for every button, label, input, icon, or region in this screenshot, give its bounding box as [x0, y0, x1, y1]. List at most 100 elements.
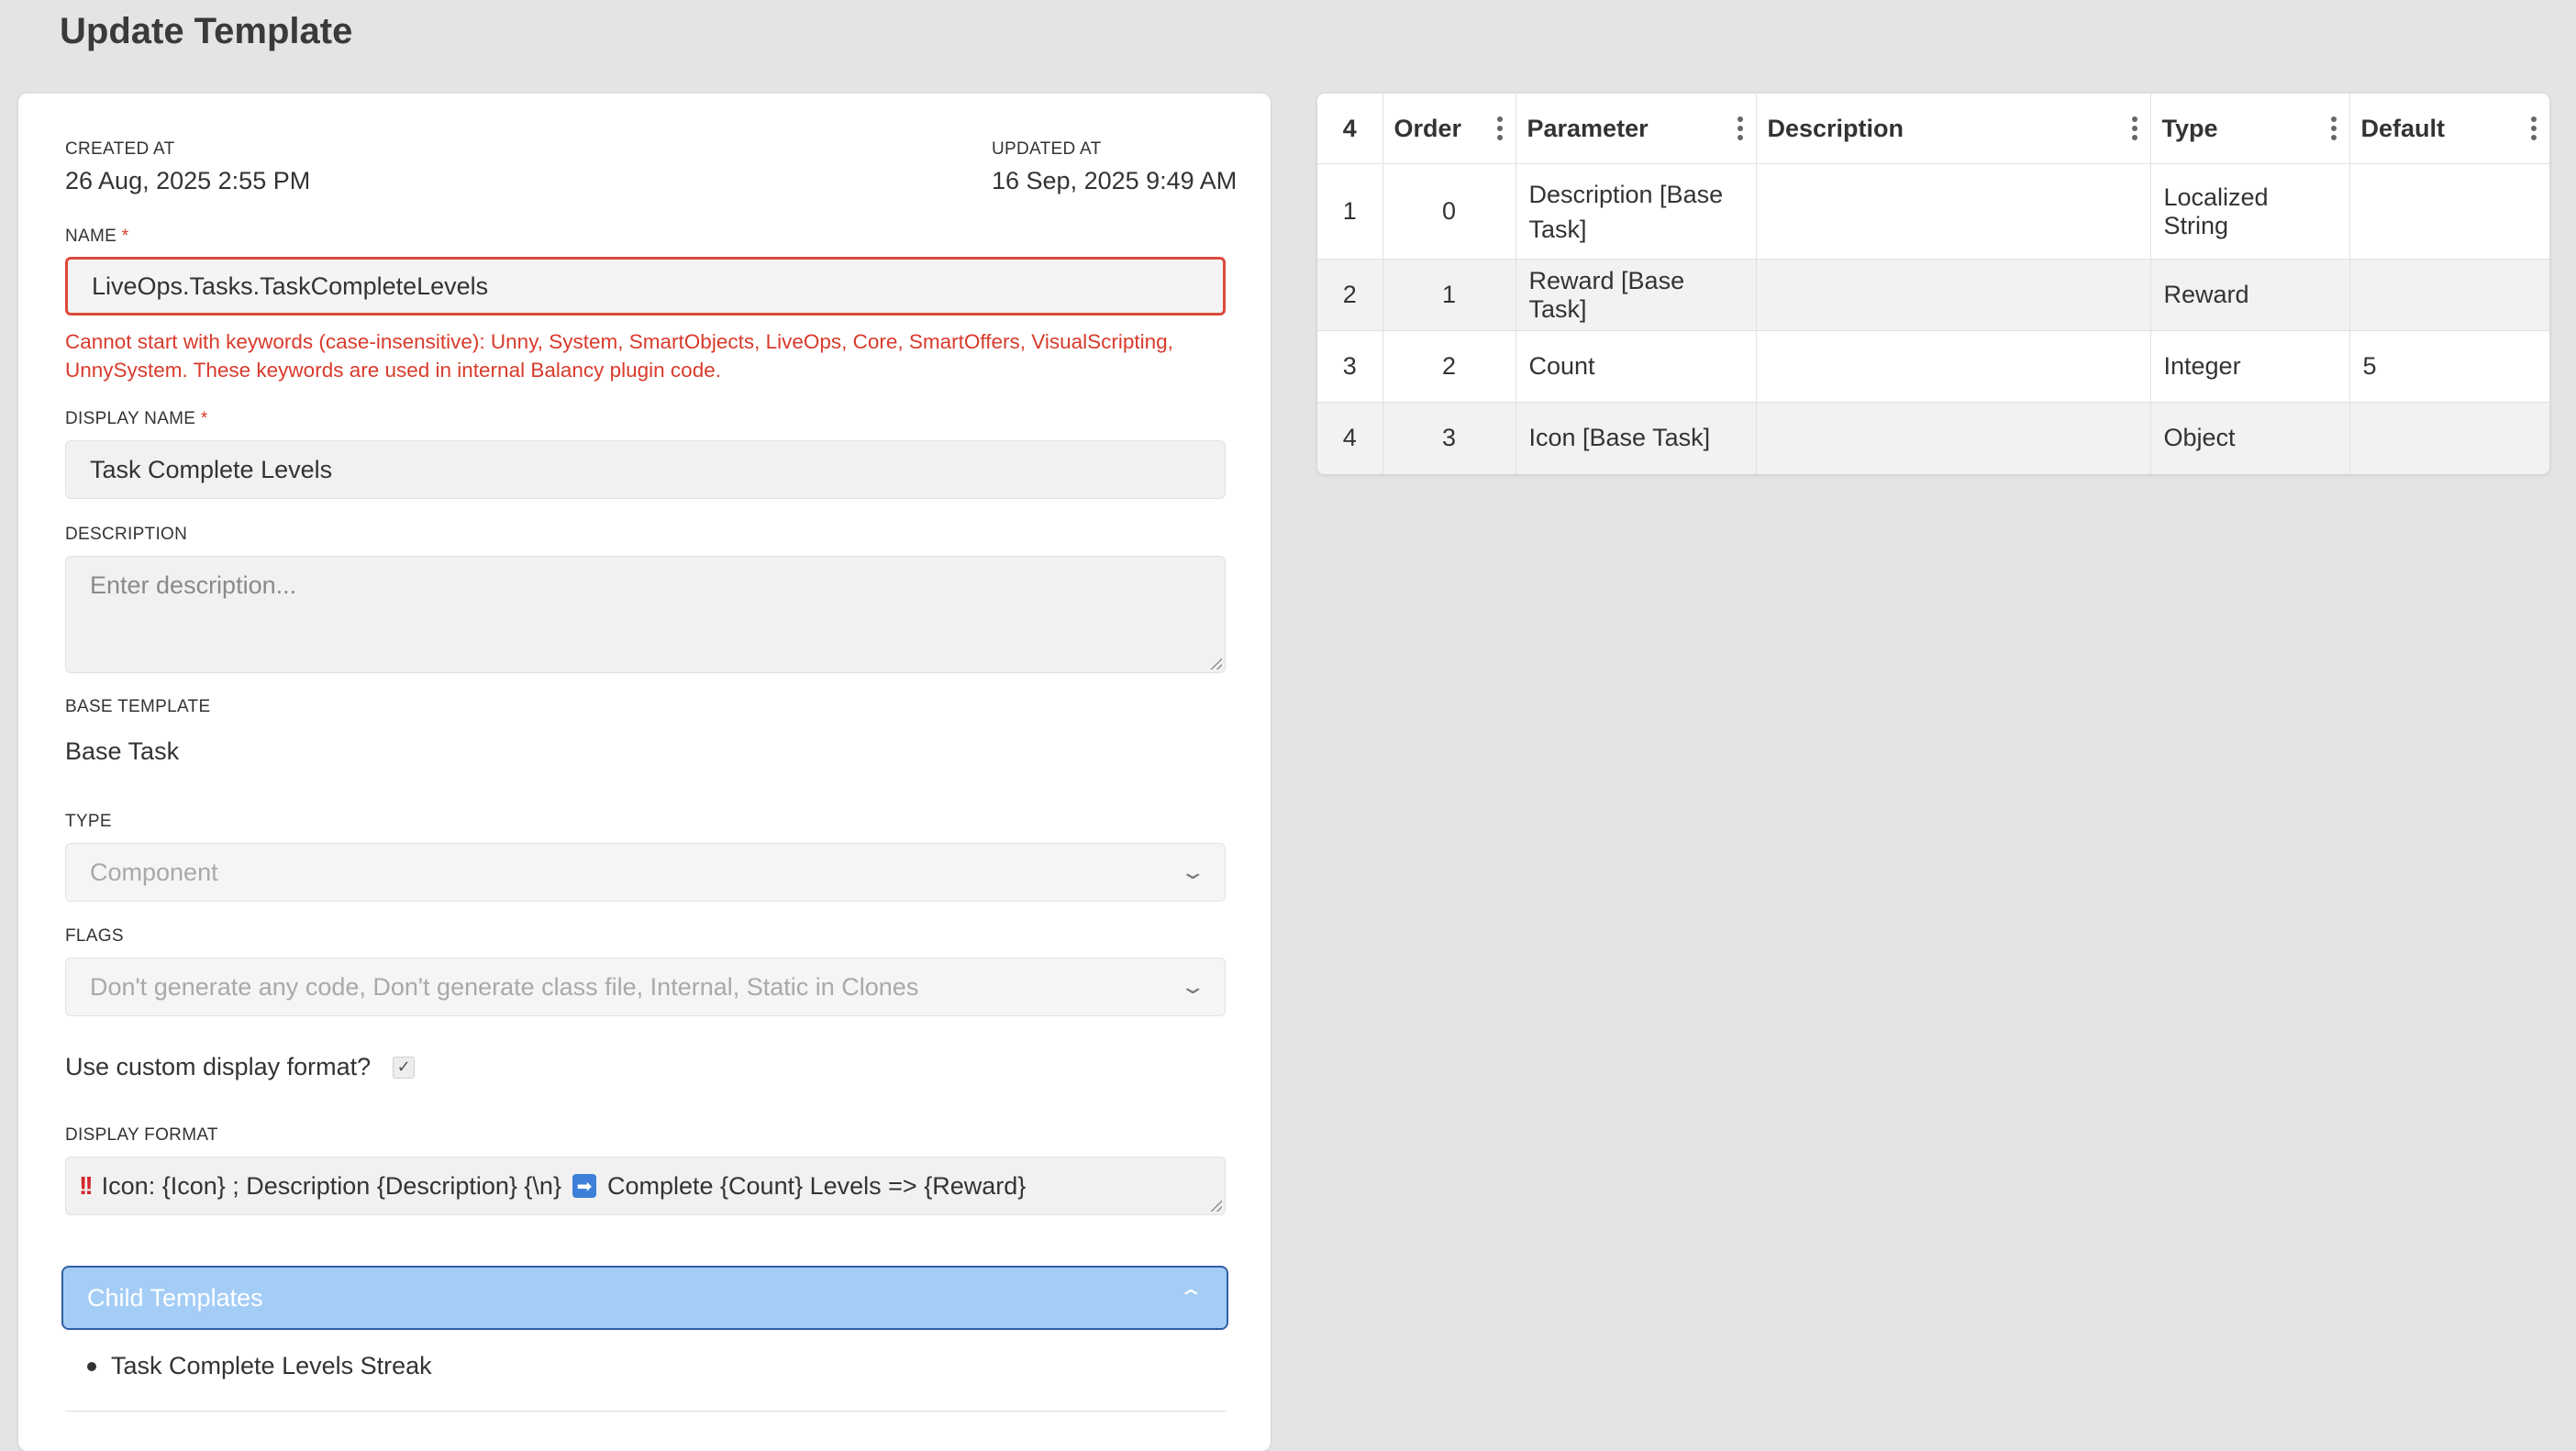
display-name-input[interactable]: Task Complete Levels: [65, 440, 1226, 499]
resize-grip-icon[interactable]: [1209, 1199, 1222, 1212]
description-field-group: DESCRIPTION Enter description...: [65, 525, 1244, 673]
flags-select-value: Don't generate any code, Don't generate …: [90, 972, 919, 1001]
column-header-description[interactable]: Description: [1756, 94, 2151, 164]
base-template-label: BASE TEMPLATE: [65, 697, 211, 716]
display-name-input-value: Task Complete Levels: [90, 455, 333, 483]
display-format-field-group: DISPLAY FORMAT !! Icon: {Icon} ; Descrip…: [65, 1125, 1244, 1215]
display-format-input[interactable]: !! Icon: {Icon} ; Description {Descripti…: [65, 1157, 1226, 1215]
page-title: Update Template: [60, 11, 353, 51]
vertical-dots-icon[interactable]: [1737, 116, 1743, 140]
cell-type: Localized String: [2150, 163, 2350, 260]
custom-format-row: Use custom display format? ✓: [65, 1053, 1244, 1081]
template-form-card: CREATED AT 26 Aug, 2025 2:55 PM UPDATED …: [18, 94, 1271, 1451]
required-mark: *: [200, 409, 208, 428]
cell-default: [2349, 402, 2549, 474]
cell-parameter: Count: [1516, 330, 1757, 403]
display-format-part2: Complete {Count} Levels => {Reward}: [606, 1171, 1027, 1200]
flags-field-group: FLAGS Don't generate any code, Don't gen…: [65, 926, 1244, 1016]
check-icon: ✓: [396, 1058, 411, 1076]
created-at-label: CREATED AT: [65, 139, 175, 159]
cell-description: [1756, 402, 2151, 474]
custom-format-checkbox[interactable]: ✓: [393, 1056, 416, 1079]
type-select-value: Component: [90, 858, 218, 886]
cell-parameter: Reward [Base Task]: [1516, 259, 1757, 331]
base-template-group: BASE TEMPLATE Base Task: [65, 697, 1244, 766]
table-row[interactable]: 2 1 Reward [Base Task] Reward: [1317, 259, 2549, 331]
cell-default: 5: [2349, 330, 2549, 403]
display-name-label-text: DISPLAY NAME: [65, 409, 196, 428]
child-templates-label: Child Templates: [87, 1283, 263, 1312]
column-header-label: Default: [2360, 114, 2446, 142]
custom-format-label: Use custom display format?: [65, 1053, 372, 1080]
updated-at-value: 16 Sep, 2025 9:49 AM: [992, 167, 1238, 194]
vertical-dots-icon[interactable]: [1496, 116, 1503, 140]
column-header-index: 4: [1317, 94, 1383, 164]
vertical-dots-icon[interactable]: [2531, 116, 2537, 140]
flags-label: FLAGS: [65, 926, 124, 946]
column-header-parameter[interactable]: Parameter: [1516, 94, 1757, 164]
child-template-name: Task Complete Levels Streak: [111, 1352, 432, 1379]
vertical-dots-icon[interactable]: [2131, 116, 2137, 140]
description-textarea[interactable]: Enter description...: [65, 556, 1226, 673]
chevron-up-icon: ⌃: [1177, 1286, 1205, 1309]
arrow-right-icon: ➡: [572, 1174, 596, 1198]
table-row[interactable]: 4 3 Icon [Base Task] Object: [1317, 402, 2549, 474]
parameters-table: 4 Order Parameter Description Type Defau…: [1317, 94, 2549, 474]
cell-description: [1756, 259, 2151, 331]
column-header-default[interactable]: Default: [2349, 94, 2549, 164]
display-format-part1: Icon: {Icon} ; Description {Description}…: [101, 1171, 561, 1200]
description-label: DESCRIPTION: [65, 525, 188, 544]
table-row[interactable]: 1 0 Description [Base Task] Localized St…: [1317, 163, 2549, 260]
cell-description: [1756, 330, 2151, 403]
name-field-group: NAME * LiveOps.Tasks.TaskCompleteLevels …: [65, 227, 1244, 384]
table-row[interactable]: 3 2 Count Integer 5: [1317, 330, 2549, 403]
cell-parameter: Description [Base Task]: [1516, 163, 1757, 260]
bullet-icon: [87, 1361, 96, 1371]
column-header-label: Type: [2161, 114, 2218, 142]
column-header-order[interactable]: Order: [1382, 94, 1516, 164]
cell-type: Integer: [2150, 330, 2350, 403]
cell-order: 1: [1382, 259, 1516, 331]
display-name-field-group: DISPLAY NAME * Task Complete Levels: [65, 409, 1244, 499]
cell-index: 1: [1317, 163, 1383, 260]
cell-order: 2: [1382, 330, 1516, 403]
vertical-dots-icon[interactable]: [2330, 116, 2337, 140]
base-template-value: Base Task: [65, 737, 180, 765]
list-item[interactable]: Task Complete Levels Streak: [87, 1352, 432, 1380]
name-label: NAME *: [65, 227, 1244, 247]
cell-description: [1756, 163, 2151, 260]
cell-type: Reward: [2150, 259, 2350, 331]
chevron-down-icon: ⌄: [1179, 975, 1206, 998]
cell-type: Object: [2150, 402, 2350, 474]
created-at: CREATED AT 26 Aug, 2025 2:55 PM: [65, 139, 310, 195]
column-header-label: Parameter: [1527, 114, 1649, 142]
cell-index: 4: [1317, 402, 1383, 474]
type-select[interactable]: Component ⌄: [65, 843, 1226, 902]
table-header-row: 4 Order Parameter Description Type Defau…: [1317, 94, 2549, 164]
name-input-value: LiveOps.Tasks.TaskCompleteLevels: [92, 271, 489, 300]
type-field-group: TYPE Component ⌄: [65, 812, 1244, 902]
row-count: 4: [1342, 114, 1357, 142]
cell-index: 3: [1317, 330, 1383, 403]
cell-parameter: Icon [Base Task]: [1516, 402, 1757, 474]
column-header-label: Order: [1393, 114, 1462, 142]
display-name-label: DISPLAY NAME *: [65, 409, 1244, 429]
cell-order: 0: [1382, 163, 1516, 260]
updated-at: UPDATED AT 16 Sep, 2025 9:49 AM: [992, 139, 1244, 195]
column-header-type[interactable]: Type: [2150, 94, 2350, 164]
cell-index: 2: [1317, 259, 1383, 331]
description-placeholder: Enter description...: [90, 571, 297, 599]
chevron-down-icon: ⌄: [1179, 860, 1206, 883]
divider: [65, 1411, 1226, 1412]
resize-grip-icon[interactable]: [1209, 657, 1222, 670]
name-error-message: Cannot start with keywords (case-insensi…: [65, 330, 1173, 382]
display-format-label: DISPLAY FORMAT: [65, 1125, 218, 1145]
name-input[interactable]: LiveOps.Tasks.TaskCompleteLevels: [65, 257, 1226, 316]
warning-icon: !!: [79, 1171, 94, 1200]
cell-default: [2349, 163, 2549, 260]
required-mark: *: [121, 227, 129, 246]
cell-order: 3: [1382, 402, 1516, 474]
flags-select[interactable]: Don't generate any code, Don't generate …: [65, 958, 1226, 1016]
child-templates-toggle[interactable]: Child Templates ⌃: [61, 1266, 1228, 1330]
type-label: TYPE: [65, 812, 112, 831]
